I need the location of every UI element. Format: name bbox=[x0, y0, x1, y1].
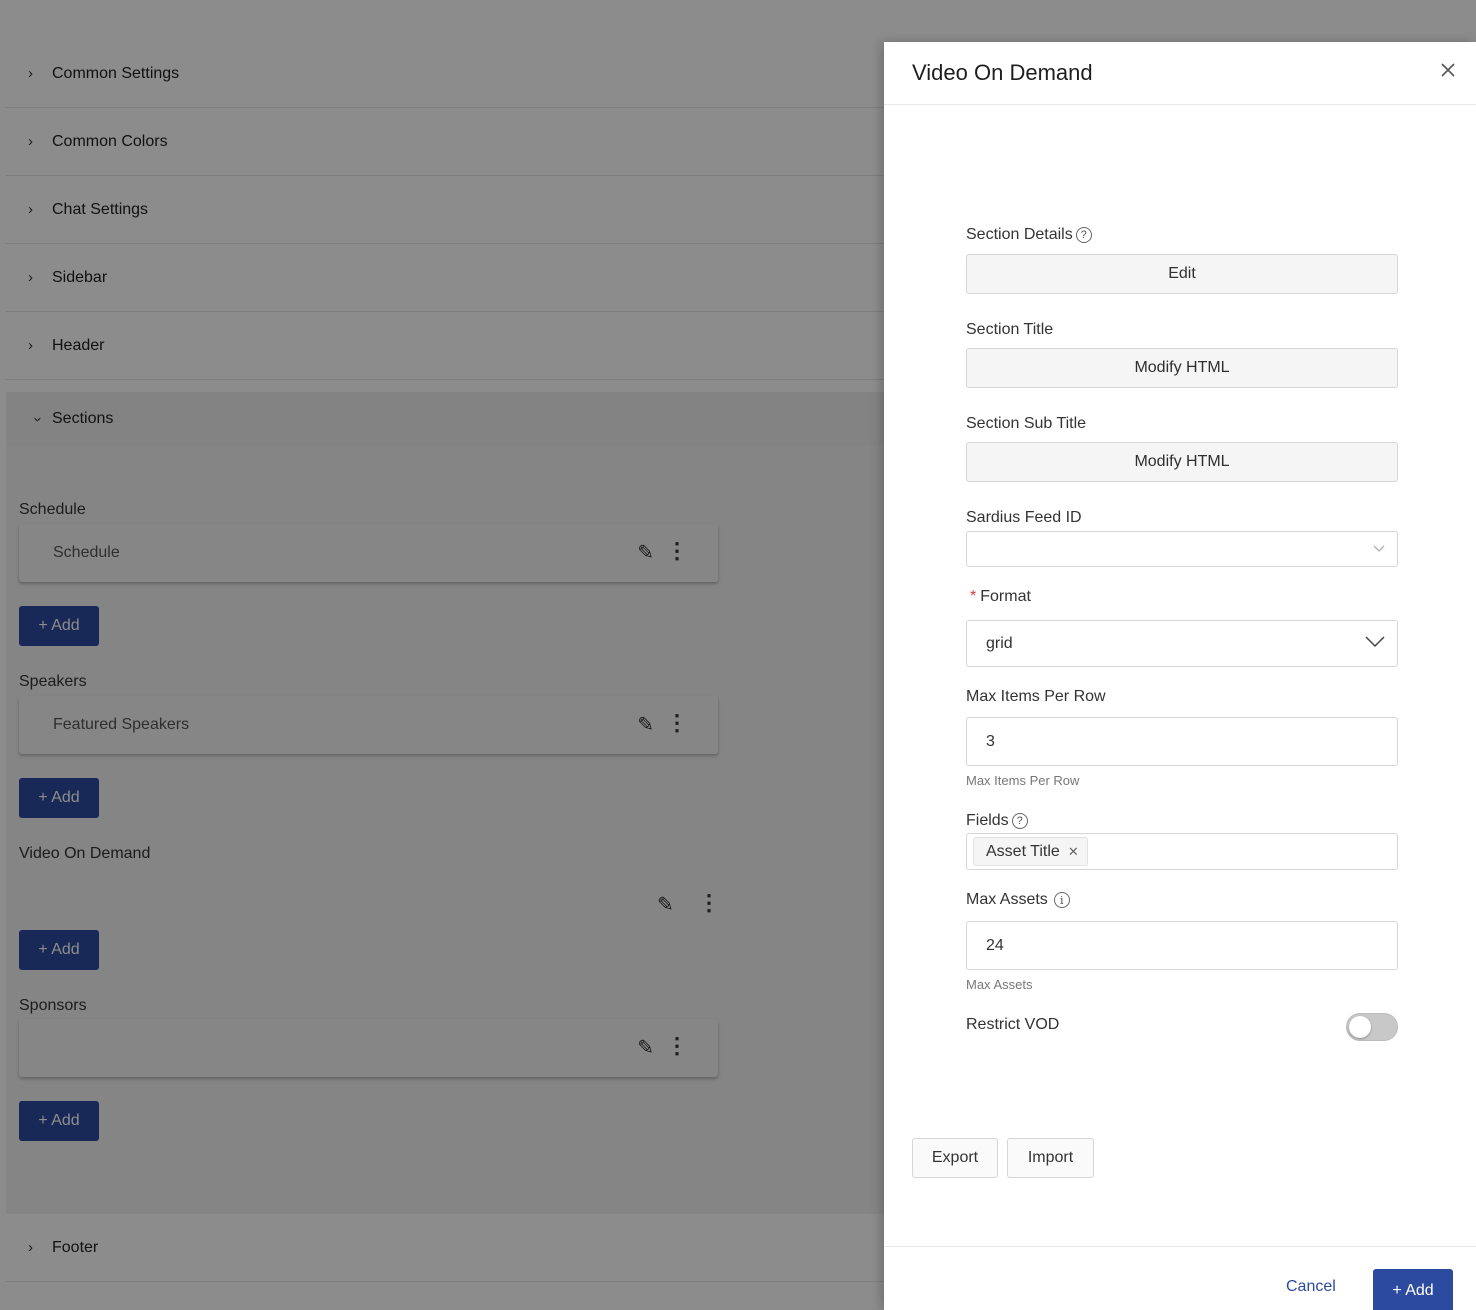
fields-multiselect[interactable]: Asset Title ✕ bbox=[966, 833, 1398, 870]
max-items-per-row-input[interactable] bbox=[966, 717, 1398, 766]
restrict-vod-label: Restrict VOD bbox=[966, 1016, 1060, 1033]
field-tag: Asset Title ✕ bbox=[973, 837, 1088, 866]
add-button[interactable]: + Add bbox=[1373, 1269, 1453, 1310]
format-label-text: Format bbox=[980, 588, 1031, 605]
restrict-vod-toggle[interactable] bbox=[1346, 1013, 1398, 1041]
max-assets-label: Max Assets i bbox=[966, 891, 1070, 909]
max-assets-input[interactable] bbox=[966, 921, 1398, 970]
drawer-header: Video On Demand bbox=[884, 42, 1476, 105]
fields-label-text: Fields bbox=[966, 812, 1009, 829]
field-tag-label: Asset Title bbox=[986, 842, 1060, 860]
section-sub-title-modify-button[interactable]: Modify HTML bbox=[966, 442, 1398, 482]
export-button[interactable]: Export bbox=[912, 1138, 998, 1178]
chevron-down-icon bbox=[1373, 540, 1385, 558]
section-title-modify-button[interactable]: Modify HTML bbox=[966, 348, 1398, 388]
question-circle-icon[interactable]: ? bbox=[1011, 813, 1028, 829]
sardius-feed-id-select[interactable] bbox=[966, 531, 1398, 567]
section-details-label-text: Section Details bbox=[966, 226, 1073, 243]
question-circle-icon[interactable]: ? bbox=[1075, 227, 1092, 243]
tag-remove-icon[interactable]: ✕ bbox=[1068, 844, 1079, 860]
section-details-edit-button[interactable]: Edit bbox=[966, 254, 1398, 294]
chevron-down-icon bbox=[1365, 635, 1385, 653]
max-items-per-row-hint: Max Items Per Row bbox=[966, 773, 1080, 788]
drawer-title: Video On Demand bbox=[912, 60, 1093, 85]
format-label: * Format bbox=[966, 588, 1031, 606]
close-icon[interactable] bbox=[1440, 62, 1456, 78]
max-assets-label-text: Max Assets bbox=[966, 891, 1048, 908]
sardius-feed-id-label: Sardius Feed ID bbox=[966, 509, 1082, 526]
section-title-label: Section Title bbox=[966, 321, 1054, 338]
import-button[interactable]: Import bbox=[1007, 1138, 1094, 1178]
max-assets-hint: Max Assets bbox=[966, 977, 1033, 992]
format-select[interactable]: grid bbox=[966, 620, 1398, 667]
fields-label: Fields ? bbox=[966, 812, 1028, 830]
toggle-knob bbox=[1349, 1016, 1371, 1038]
video-on-demand-drawer: Video On Demand Section Details ? Edit S… bbox=[884, 42, 1476, 1310]
required-mark: * bbox=[970, 588, 977, 605]
format-value: grid bbox=[986, 634, 1013, 652]
cancel-button[interactable]: Cancel bbox=[1286, 1278, 1336, 1296]
section-sub-title-label: Section Sub Title bbox=[966, 415, 1087, 432]
drawer-footer: Cancel + Add bbox=[884, 1246, 1476, 1310]
info-circle-icon[interactable]: i bbox=[1053, 892, 1070, 908]
max-items-per-row-label: Max Items Per Row bbox=[966, 688, 1106, 705]
section-details-label: Section Details ? bbox=[966, 226, 1092, 244]
